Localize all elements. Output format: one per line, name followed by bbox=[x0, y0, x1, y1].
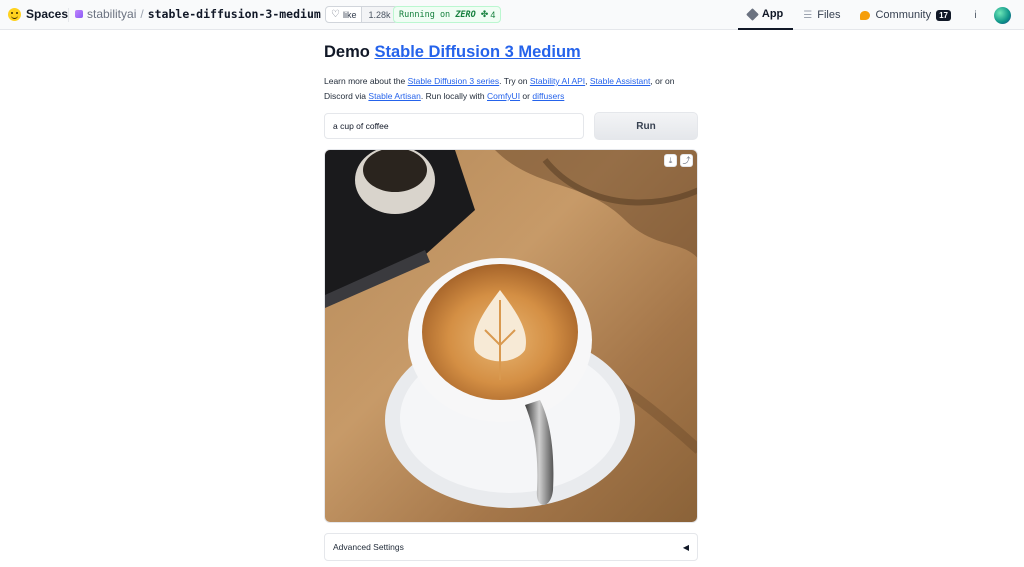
title-link[interactable]: Stable Diffusion 3 Medium bbox=[374, 43, 580, 61]
stable-assistant-link[interactable]: Stable Assistant bbox=[590, 76, 650, 86]
desc-text: . Try on bbox=[499, 76, 530, 86]
breadcrumb: stabilityai / stable-diffusion-3-medium bbox=[75, 7, 336, 21]
sd3-series-link[interactable]: Stable Diffusion 3 series bbox=[408, 76, 500, 86]
title-prefix: Demo bbox=[324, 43, 370, 61]
community-count-badge: 17 bbox=[936, 9, 951, 21]
tab-app[interactable]: App bbox=[737, 0, 794, 30]
like-count[interactable]: 1.28k bbox=[361, 7, 397, 22]
org-link[interactable]: stabilityai bbox=[87, 7, 136, 21]
avatar[interactable] bbox=[994, 6, 1011, 24]
like-button[interactable]: ♡ like bbox=[326, 7, 361, 22]
advanced-settings-label: Advanced Settings bbox=[333, 542, 404, 552]
space-nav: App ☰ Files Community 17 i bbox=[737, 0, 1024, 30]
diffusers-link[interactable]: diffusers bbox=[532, 91, 564, 101]
app-icon bbox=[746, 7, 759, 21]
tab-community-label: Community bbox=[875, 9, 932, 21]
breadcrumb-separator: / bbox=[140, 7, 144, 21]
comfyui-link[interactable]: ComfyUI bbox=[487, 91, 520, 101]
run-button[interactable]: Run bbox=[594, 112, 698, 140]
image-actions: ⤓ ⤴ bbox=[664, 154, 693, 167]
files-icon: ☰ bbox=[803, 9, 813, 21]
running-status-badge[interactable]: Running on ZERO ✤ 4 bbox=[393, 6, 502, 23]
heart-icon: ♡ bbox=[331, 9, 340, 20]
description: Learn more about the Stable Diffusion 3 … bbox=[324, 74, 704, 104]
tab-community[interactable]: Community 17 bbox=[850, 0, 961, 30]
stable-artisan-link[interactable]: Stable Artisan bbox=[368, 91, 420, 101]
hardware-label: ZERO bbox=[455, 9, 476, 20]
info-icon: i bbox=[974, 9, 977, 21]
coffee-cup-image bbox=[325, 150, 697, 522]
top-bar: Spaces stabilityai / stable-diffusion-3-… bbox=[0, 0, 1024, 30]
prompt-input[interactable]: a cup of coffee bbox=[324, 113, 584, 139]
divider bbox=[68, 8, 69, 22]
community-icon bbox=[860, 10, 871, 20]
repo-name-link[interactable]: stable-diffusion-3-medium bbox=[148, 7, 321, 21]
tab-files-label: Files bbox=[817, 9, 841, 21]
running-label: Running on ZERO bbox=[399, 9, 476, 20]
replica-count: ✤ 4 bbox=[480, 9, 496, 20]
tab-app-label: App bbox=[761, 8, 784, 20]
share-icon[interactable]: ⤴ bbox=[680, 154, 693, 167]
logo-text: Spaces bbox=[26, 7, 69, 21]
spaces-logo[interactable]: Spaces bbox=[8, 7, 68, 21]
page-title: Demo Stable Diffusion 3 Medium bbox=[324, 43, 581, 62]
like-widget: ♡ like 1.28k bbox=[325, 6, 398, 23]
desc-text: . Run locally with bbox=[420, 91, 487, 101]
download-icon[interactable]: ⤓ bbox=[664, 154, 677, 167]
advanced-settings-accordion[interactable]: Advanced Settings ◀ bbox=[324, 533, 698, 561]
fan-icon: ✤ bbox=[480, 9, 489, 19]
stability-api-link[interactable]: Stability AI API bbox=[530, 76, 585, 86]
desc-text: or bbox=[520, 91, 533, 101]
org-avatar-icon bbox=[75, 10, 83, 18]
tab-files[interactable]: ☰ Files bbox=[793, 0, 850, 30]
generated-image: ⤓ ⤴ bbox=[324, 149, 698, 523]
info-button[interactable]: i bbox=[967, 7, 984, 24]
caret-left-icon: ◀ bbox=[682, 542, 689, 552]
like-label: like bbox=[342, 9, 357, 20]
desc-text: Learn more about the bbox=[324, 76, 408, 86]
hugging-face-icon bbox=[8, 7, 21, 21]
